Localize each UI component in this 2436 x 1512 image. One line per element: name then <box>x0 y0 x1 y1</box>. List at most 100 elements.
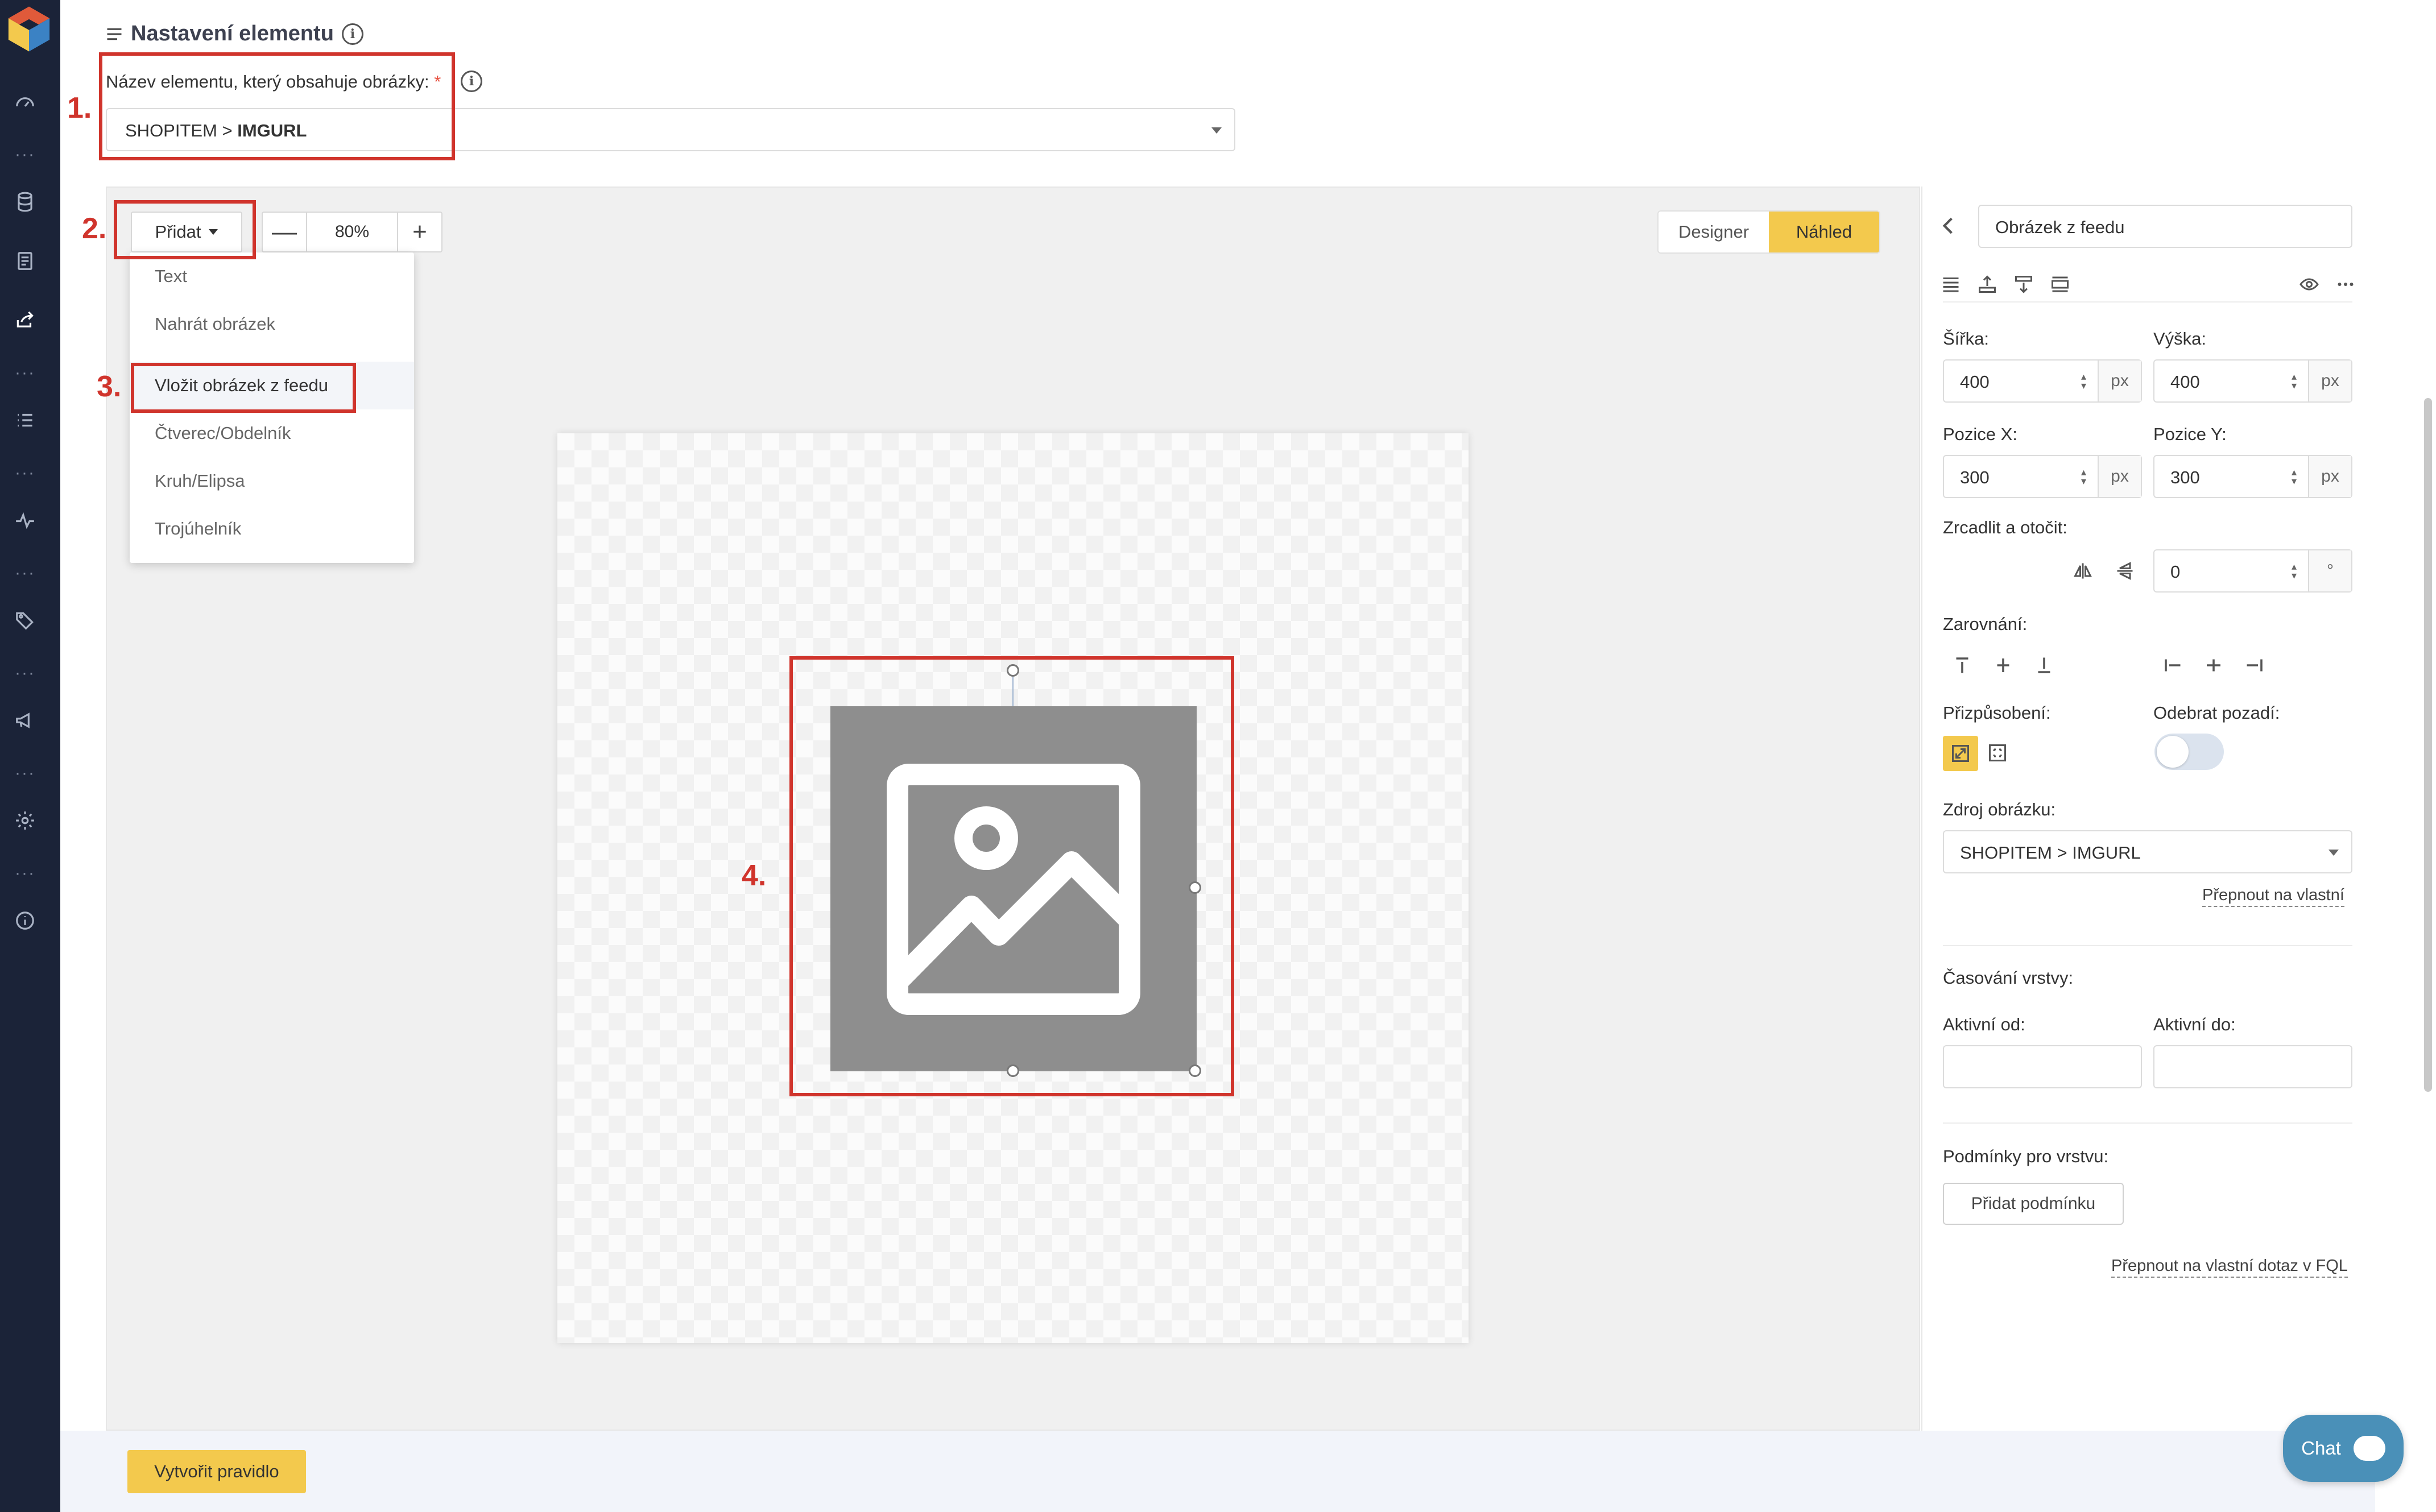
layer-to-front-icon[interactable] <box>1939 273 1962 296</box>
view-toggle: Designer Náhled <box>1657 210 1880 254</box>
scrollbar[interactable] <box>2424 398 2432 1092</box>
align-label: Zarovnání: <box>1943 614 2028 634</box>
annotation-box-1 <box>99 52 455 160</box>
chevron-left-icon[interactable] <box>1941 216 1955 235</box>
mirror-label: Zrcadlit a otočit: <box>1943 517 2067 537</box>
menu-item-upload-image[interactable]: Nahrát obrázek <box>130 300 414 348</box>
height-value: 400 <box>2170 372 2200 392</box>
add-condition-button[interactable]: Přidat podmínku <box>1943 1183 2124 1225</box>
list-icon[interactable] <box>13 408 37 432</box>
flip-horizontal-icon[interactable] <box>2071 560 2094 582</box>
stepper-icon[interactable]: ▴ ▾ <box>2081 371 2086 391</box>
width-input[interactable]: 400 ▴ ▾ px <box>1943 359 2142 403</box>
layer-backward-icon[interactable] <box>2012 273 2035 296</box>
source-label: Zdroj obrázku: <box>1943 800 2056 819</box>
annotation-number-1: 1. <box>67 92 92 125</box>
divider <box>1943 301 2352 303</box>
designer-tab[interactable]: Designer <box>1659 212 1769 252</box>
active-from-label: Aktivní od: <box>1943 1014 2025 1034</box>
info-icon[interactable]: i <box>461 71 482 92</box>
divider <box>1943 1122 2352 1124</box>
export-icon[interactable] <box>13 308 37 332</box>
active-to-input[interactable] <box>2153 1045 2352 1088</box>
layer-forward-icon[interactable] <box>1976 273 1999 296</box>
width-unit: px <box>2098 361 2141 401</box>
menu-item-text[interactable]: Text <box>130 252 414 300</box>
switch-fql-link[interactable]: Přepnout na vlastní dotaz v FQL <box>2111 1257 2348 1278</box>
active-from-input[interactable] <box>1943 1045 2142 1088</box>
database-icon[interactable] <box>13 190 37 214</box>
rotation-input[interactable]: 0 ▴ ▾ ° <box>2153 549 2352 593</box>
stepper-icon[interactable]: ▴ ▾ <box>2292 371 2297 391</box>
switch-custom-link[interactable]: Přepnout na vlastní <box>2202 886 2344 907</box>
more-dots-icon: ··· <box>15 664 35 682</box>
image-source-select[interactable]: SHOPITEM > IMGURL <box>1943 830 2352 873</box>
align-right-icon[interactable] <box>2243 654 2266 677</box>
align-middle-icon[interactable] <box>1992 654 2015 677</box>
create-rule-button[interactable]: Vytvořit pravidlo <box>127 1450 306 1493</box>
info-icon[interactable] <box>13 909 37 933</box>
pos-x-value: 300 <box>1960 467 1990 487</box>
zoom-out-button[interactable]: — <box>263 213 307 251</box>
dashboard-icon[interactable] <box>13 90 37 114</box>
megaphone-icon[interactable] <box>13 709 37 732</box>
layer-to-back-icon[interactable] <box>2049 273 2071 296</box>
zoom-in-button[interactable]: + <box>397 213 441 251</box>
pos-y-input[interactable]: 300 ▴ ▾ px <box>2153 455 2352 498</box>
pos-y-value: 300 <box>2170 467 2200 487</box>
zoom-control: — 80% + <box>262 212 442 252</box>
align-left-icon[interactable] <box>2161 654 2184 677</box>
tag-icon[interactable] <box>13 608 37 632</box>
fit-cover-icon[interactable] <box>1986 741 2009 764</box>
more-options-icon[interactable] <box>2334 273 2357 296</box>
annotation-box-3 <box>131 363 356 413</box>
height-label: Výška: <box>2153 329 2207 349</box>
pos-y-label: Pozice Y: <box>2153 424 2227 444</box>
gear-icon[interactable] <box>13 809 37 832</box>
activity-icon[interactable] <box>13 508 37 532</box>
chevron-down-icon <box>1211 127 1222 134</box>
more-dots-icon: ··· <box>15 864 35 883</box>
section-title-text: Nastavení elementu <box>131 22 334 45</box>
stepper-icon[interactable]: ▴ ▾ <box>2292 561 2297 581</box>
stepper-icon[interactable]: ▴ ▾ <box>2081 467 2086 486</box>
flip-vertical-icon[interactable] <box>2114 560 2136 582</box>
width-label: Šířka: <box>1943 329 1989 349</box>
height-unit: px <box>2308 361 2351 401</box>
sidebar: ··· ··· ··· ··· ··· ··· ··· <box>0 0 60 1512</box>
width-value: 400 <box>1960 372 1990 392</box>
align-top-icon[interactable] <box>1951 654 1974 677</box>
more-dots-icon: ··· <box>15 363 35 382</box>
align-center-icon[interactable] <box>2202 654 2225 677</box>
rotation-value: 0 <box>2170 562 2181 582</box>
chat-button[interactable]: Chat <box>2283 1415 2404 1482</box>
annotation-number-2: 2. <box>82 212 107 245</box>
fit-contain-icon[interactable] <box>1943 736 1978 771</box>
fit-label: Přizpůsobení: <box>1943 703 2051 723</box>
layer-name-value: Obrázek z feedu <box>1995 217 2125 237</box>
preview-tab[interactable]: Náhled <box>1769 212 1879 252</box>
divider <box>1943 945 2352 946</box>
chevron-down-icon <box>2329 850 2339 856</box>
menu-item-ellipse[interactable]: Kruh/Elipsa <box>130 457 414 505</box>
layer-name-input[interactable]: Obrázek z feedu <box>1978 205 2352 248</box>
menu-item-triangle[interactable]: Trojúhelník <box>130 505 414 553</box>
align-bottom-icon[interactable] <box>2033 654 2055 677</box>
remove-bg-label: Odebrat pozadí: <box>2153 703 2280 723</box>
active-to-label: Aktivní do: <box>2153 1014 2236 1034</box>
conditions-label: Podmínky pro vrstvu: <box>1943 1146 2109 1166</box>
pos-x-input[interactable]: 300 ▴ ▾ px <box>1943 455 2142 498</box>
chat-label: Chat <box>2301 1438 2341 1459</box>
stepper-icon[interactable]: ▴ ▾ <box>2292 467 2297 486</box>
degree-unit: ° <box>2308 550 2351 591</box>
more-dots-icon: ··· <box>15 764 35 782</box>
height-input[interactable]: 400 ▴ ▾ px <box>2153 359 2352 403</box>
section-title: Nastavení elementu i <box>106 22 363 46</box>
menu-item-rectangle[interactable]: Čtverec/Obdelník <box>130 409 414 457</box>
document-icon[interactable] <box>13 249 37 273</box>
zoom-value: 80% <box>334 222 370 241</box>
info-icon[interactable]: i <box>341 23 363 45</box>
eye-icon[interactable] <box>2298 273 2321 296</box>
image-source-value: SHOPITEM > IMGURL <box>1960 843 2141 863</box>
logo-icon[interactable] <box>5 5 53 53</box>
